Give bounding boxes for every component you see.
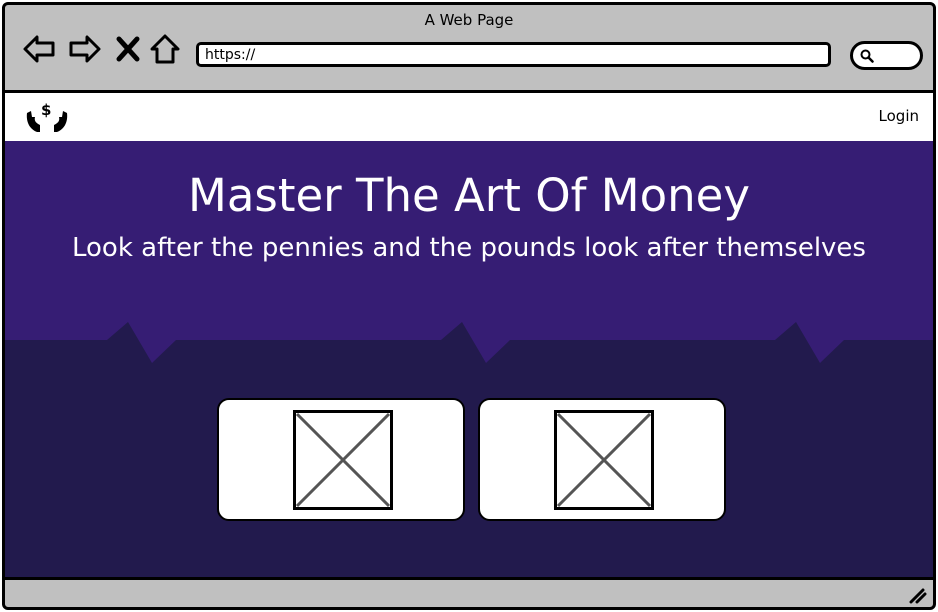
svg-text:$: $ (41, 101, 51, 119)
page-content: $ Login Master The Art Of Money Look aft… (5, 90, 933, 580)
hero-subtitle: Look after the pennies and the pounds lo… (72, 233, 866, 263)
window-title: A Web Page (424, 11, 514, 29)
site-navbar: $ Login (5, 93, 933, 141)
resize-grip-icon[interactable] (907, 584, 927, 604)
hero-section: Master The Art Of Money Look after the p… (5, 141, 933, 363)
feature-card[interactable] (217, 398, 465, 521)
hero-title: Master The Art Of Money (188, 169, 750, 222)
close-x-icon[interactable] (113, 31, 143, 67)
forward-arrow-icon[interactable] (67, 31, 103, 67)
image-placeholder-icon (554, 410, 654, 510)
hands-holding-dollar-icon[interactable]: $ (24, 99, 70, 135)
browser-window: A Web Page $ Login (2, 2, 936, 610)
search-icon (860, 49, 874, 63)
browser-search-button[interactable] (850, 41, 923, 70)
address-bar-input[interactable] (196, 42, 831, 67)
login-link[interactable]: Login (879, 107, 919, 125)
home-icon[interactable] (147, 31, 183, 67)
image-placeholder-icon (293, 410, 393, 510)
back-arrow-icon[interactable] (21, 31, 57, 67)
feature-card[interactable] (478, 398, 726, 521)
